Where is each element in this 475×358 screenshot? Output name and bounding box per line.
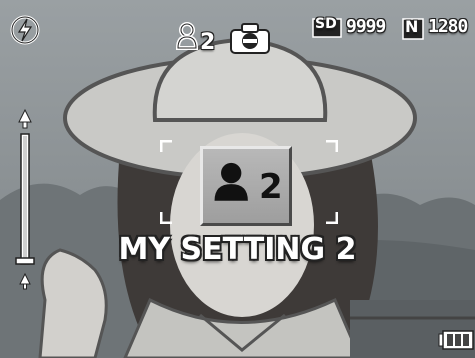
camera-screen: 2 SD 9999 N 1280 2 MY SETTING 2 bbox=[0, 0, 475, 358]
shots-remaining: 9999 bbox=[346, 16, 386, 37]
zoom-tele-icon bbox=[18, 108, 32, 129]
my-setting-card: 2 bbox=[200, 146, 292, 226]
quality-label: N bbox=[405, 17, 419, 36]
zoom-bar[interactable] bbox=[12, 108, 38, 303]
zoom-wide-icon bbox=[19, 272, 31, 290]
battery-icon bbox=[438, 330, 474, 350]
sd-card-label: SD bbox=[315, 16, 337, 32]
flash-auto-icon[interactable] bbox=[9, 14, 41, 46]
my-setting-label: MY SETTING 2 bbox=[118, 232, 357, 267]
image-size: 1280 bbox=[428, 16, 468, 37]
my-setting-number: 2 bbox=[259, 167, 283, 207]
mode-number: 2 bbox=[200, 30, 216, 55]
camera-icon bbox=[230, 23, 270, 54]
